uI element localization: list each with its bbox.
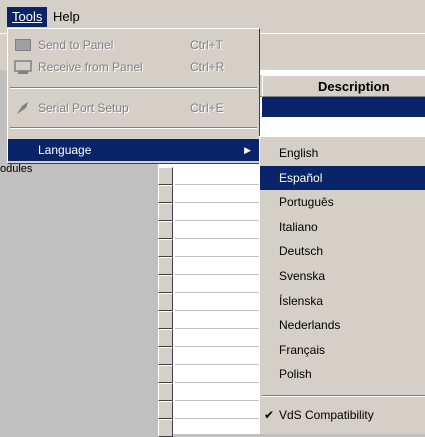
menu-tools-label: Tools <box>12 9 43 24</box>
language-item-label: Italiano <box>279 219 318 234</box>
row-selector-button[interactable] <box>158 257 173 275</box>
checkmark-icon: ✔ <box>264 408 275 422</box>
language-item[interactable]: Español <box>260 165 425 190</box>
language-item[interactable]: Deutsch <box>260 239 425 263</box>
menu-help-label: Help <box>53 9 80 24</box>
language-item[interactable]: Português <box>260 190 425 214</box>
menu-item-send-to-panel[interactable]: Send to Panel Ctrl+T <box>8 34 259 56</box>
row-selector-button[interactable] <box>158 167 173 185</box>
send-to-panel-label: Send to Panel <box>38 38 114 52</box>
language-item-label: English <box>279 146 319 160</box>
language-item[interactable]: English <box>260 141 425 165</box>
language-item[interactable]: Íslenska <box>260 289 425 313</box>
row-selector-button[interactable] <box>158 203 173 221</box>
row-selector-button[interactable] <box>158 347 173 365</box>
menu-item-vds-compatibility[interactable]: ✔ VdS Compatibility <box>260 403 425 427</box>
serial-port-icon <box>14 100 32 116</box>
language-item[interactable]: Italiano <box>260 215 425 239</box>
row-selector-button[interactable] <box>158 401 173 419</box>
column-header-description[interactable]: Description <box>262 75 425 97</box>
row-selector-button[interactable] <box>158 365 173 383</box>
selected-grid-row[interactable] <box>262 97 425 117</box>
menu-item-serial-port-setup[interactable]: Serial Port Setup Ctrl+E <box>8 97 259 119</box>
receive-from-panel-shortcut: Ctrl+R <box>190 60 225 74</box>
language-item-label: Nederlands <box>279 318 341 333</box>
panel-receive-icon <box>14 59 32 75</box>
menu-separator <box>262 395 425 397</box>
language-item[interactable]: Svenska <box>260 264 425 288</box>
row-selector-button[interactable] <box>158 221 173 239</box>
tools-dropdown-menu: Send to Panel Ctrl+T Receive from Panel … <box>7 28 260 164</box>
serial-port-setup-shortcut: Ctrl+E <box>190 101 224 115</box>
row-selector-button[interactable] <box>158 419 173 437</box>
language-item-label: Français <box>279 342 326 357</box>
menu-item-language[interactable]: Language ▶ <box>8 139 259 161</box>
language-item[interactable]: Polish <box>260 362 425 386</box>
tree-item-modules[interactable]: odules <box>0 163 32 175</box>
panel-send-icon <box>14 37 32 53</box>
language-item-label: Português <box>279 195 334 210</box>
row-selector-button[interactable] <box>158 311 173 329</box>
menu-item-receive-from-panel[interactable]: Receive from Panel Ctrl+R <box>8 56 259 78</box>
row-selector-button[interactable] <box>158 293 173 311</box>
row-selector-button[interactable] <box>158 185 173 203</box>
language-item-label: Íslenska <box>279 293 324 308</box>
receive-from-panel-label: Receive from Panel <box>38 60 143 74</box>
language-item-label: Deutsch <box>279 244 324 259</box>
menu-separator <box>10 87 257 89</box>
row-selector-button[interactable] <box>158 275 173 293</box>
language-item-label: Español <box>279 170 323 185</box>
send-to-panel-shortcut: Ctrl+T <box>190 38 223 52</box>
language-submenu: English Español Português Italiano Deutsch Sv… <box>259 136 425 434</box>
submenu-arrow-icon: ▶ <box>244 145 251 155</box>
row-selector-button[interactable] <box>158 239 173 257</box>
serial-port-setup-label: Serial Port Setup <box>38 101 129 115</box>
menu-tools[interactable]: Tools <box>7 7 48 27</box>
vds-compatibility-label: VdS Compatibility <box>279 408 374 422</box>
row-selector-button[interactable] <box>158 329 173 347</box>
row-selector-button[interactable] <box>158 383 173 401</box>
menu-separator <box>10 127 257 129</box>
language-item-label: Svenska <box>279 269 326 283</box>
language-item[interactable]: Nederlands <box>260 313 425 337</box>
language-item[interactable]: Français <box>260 338 425 362</box>
language-label: Language <box>38 143 92 157</box>
menu-help[interactable]: Help <box>48 7 85 27</box>
language-item-label: Polish <box>279 367 312 382</box>
